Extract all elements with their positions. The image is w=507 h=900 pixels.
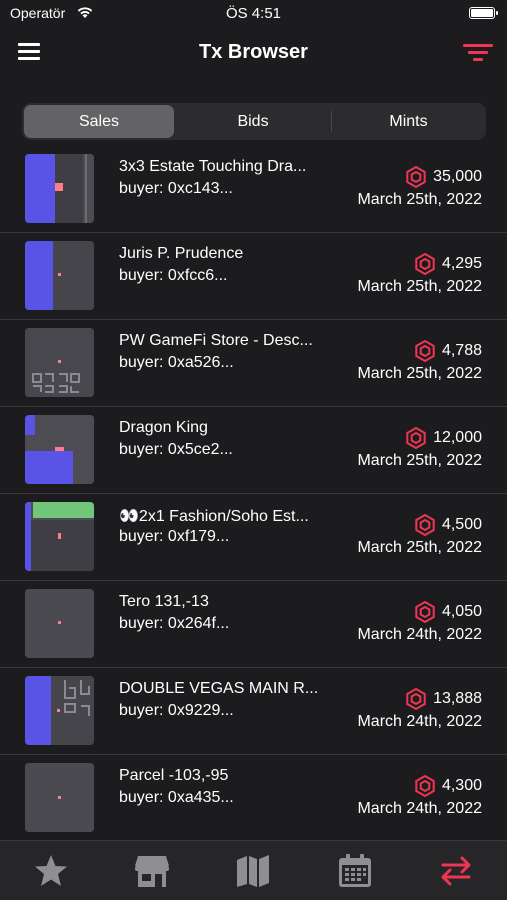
parcel-thumbnail [25, 589, 94, 658]
sales-list: 3x3 Estate Touching Dra... buyer: 0xc143… [0, 146, 507, 840]
segment-divider [331, 111, 332, 132]
parcel-thumbnail [25, 328, 94, 397]
navigation-bar: Tx Browser [0, 28, 507, 88]
item-price: 4,788 [414, 340, 482, 362]
item-name: Tero 131,-13 [119, 593, 209, 610]
price-value: 13,888 [433, 690, 482, 707]
mana-icon [415, 601, 435, 623]
item-price: 4,500 [414, 514, 482, 536]
mana-icon [406, 166, 426, 188]
item-price: 35,000 [405, 166, 482, 188]
item-buyer: buyer: 0x5ce2... [119, 441, 233, 458]
item-date: March 24th, 2022 [357, 713, 482, 730]
list-item[interactable]: 3x3 Estate Touching Dra... buyer: 0xc143… [0, 146, 507, 233]
item-buyer: buyer: 0x9229... [119, 702, 234, 719]
segment-mints[interactable]: Mints [333, 105, 484, 138]
list-item[interactable]: Tero 131,-13 buyer: 0x264f... 4,050 Marc… [0, 581, 507, 668]
item-buyer: buyer: 0xfcc6... [119, 267, 228, 284]
list-item[interactable]: Dragon King buyer: 0x5ce2... 12,000 Marc… [0, 407, 507, 494]
item-buyer: buyer: 0xa526... [119, 354, 234, 371]
price-value: 4,788 [441, 342, 482, 359]
map-icon [237, 855, 269, 887]
status-time: ÖS 4:51 [225, 5, 282, 22]
item-date: March 25th, 2022 [357, 365, 482, 382]
parcel-thumbnail [25, 502, 94, 571]
item-price: 4,295 [414, 253, 482, 275]
list-item[interactable]: Juris P. Prudence buyer: 0xfcc6... 4,295… [0, 233, 507, 320]
item-date: March 24th, 2022 [357, 800, 482, 817]
segment-sales[interactable]: Sales [24, 105, 174, 138]
store-icon [135, 856, 169, 887]
page-title: Tx Browser [199, 41, 308, 63]
segmented-control: Sales Bids Mints [22, 103, 486, 140]
item-name: PW GameFi Store - Desc... [119, 332, 313, 349]
parcel-thumbnail [25, 241, 94, 310]
item-price: 4,300 [414, 775, 482, 797]
tab-map[interactable] [233, 851, 273, 891]
tab-transactions[interactable] [436, 851, 476, 891]
segment-area: Sales Bids Mints [0, 88, 507, 146]
star-icon [35, 855, 67, 886]
status-bar: Operatör ÖS 4:51 [0, 0, 507, 28]
mana-icon [415, 514, 435, 536]
item-name: Dragon King [119, 419, 208, 436]
price-value: 4,050 [441, 603, 482, 620]
parcel-thumbnail [25, 676, 94, 745]
tab-calendar[interactable] [335, 851, 375, 891]
parcel-thumbnail [25, 415, 94, 484]
list-item[interactable]: 👀2x1 Fashion/Soho Est... buyer: 0xf179..… [0, 494, 507, 581]
tab-marketplace[interactable] [132, 851, 172, 891]
filter-icon[interactable] [463, 42, 493, 62]
price-value: 35,000 [433, 168, 482, 185]
item-date: March 25th, 2022 [357, 539, 482, 556]
item-buyer: buyer: 0xc143... [119, 180, 233, 197]
price-value: 12,000 [433, 429, 482, 446]
item-price: 4,050 [414, 601, 482, 623]
item-name: Juris P. Prudence [119, 245, 244, 262]
item-buyer: buyer: 0x264f... [119, 615, 230, 632]
segment-bids[interactable]: Bids [177, 105, 329, 138]
item-price: 13,888 [405, 688, 482, 710]
item-name: 👀2x1 Fashion/Soho Est... [119, 508, 309, 525]
price-value: 4,500 [441, 516, 482, 533]
item-name: 3x3 Estate Touching Dra... [119, 158, 307, 175]
price-value: 4,300 [441, 777, 482, 794]
item-price: 12,000 [405, 427, 482, 449]
tab-bar [0, 840, 507, 900]
item-name: Parcel -103,-95 [119, 767, 229, 784]
mana-icon [406, 688, 426, 710]
parcel-thumbnail [25, 154, 94, 223]
item-date: March 25th, 2022 [357, 191, 482, 208]
transfer-arrows-icon [441, 856, 471, 886]
list-item[interactable]: DOUBLE VEGAS MAIN R... buyer: 0x9229... … [0, 668, 507, 755]
battery-icon [469, 7, 498, 19]
item-buyer: buyer: 0xf179... [119, 528, 230, 545]
price-value: 4,295 [441, 255, 482, 272]
mana-icon [415, 775, 435, 797]
calendar-icon [339, 854, 371, 887]
item-name: DOUBLE VEGAS MAIN R... [119, 680, 319, 697]
list-item[interactable]: Parcel -103,-95 buyer: 0xa435... 4,300 M… [0, 755, 507, 840]
mana-icon [415, 253, 435, 275]
tab-favorites[interactable] [31, 851, 71, 891]
mana-icon [406, 427, 426, 449]
item-date: March 24th, 2022 [357, 626, 482, 643]
item-buyer: buyer: 0xa435... [119, 789, 234, 806]
item-date: March 25th, 2022 [357, 452, 482, 469]
item-date: March 25th, 2022 [357, 278, 482, 295]
parcel-thumbnail [25, 763, 94, 832]
list-item[interactable]: PW GameFi Store - Desc... buyer: 0xa526.… [0, 320, 507, 407]
mana-icon [415, 340, 435, 362]
